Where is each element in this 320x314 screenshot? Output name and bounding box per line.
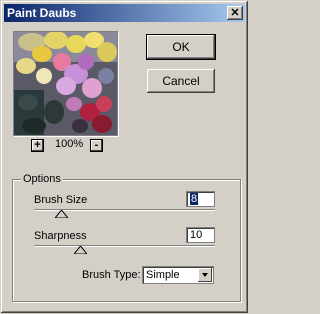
- paint-daubs-dialog: Paint Daubs ✕ OK Cancel + 100% - Options…: [0, 0, 249, 314]
- dialog-title: Paint Daubs: [7, 6, 77, 20]
- ok-button[interactable]: OK: [146, 34, 216, 60]
- sharpness-value: 10: [190, 229, 203, 241]
- zoom-in-button[interactable]: +: [31, 139, 44, 152]
- options-group-label: Options: [21, 173, 63, 185]
- cancel-button[interactable]: Cancel: [147, 69, 215, 93]
- brush-size-value: 8: [190, 193, 199, 205]
- chevron-down-icon[interactable]: [198, 268, 212, 282]
- zoom-out-button[interactable]: -: [90, 139, 103, 152]
- zoom-level: 100%: [55, 138, 84, 150]
- brush-type-value: Simple: [146, 269, 180, 281]
- painted-preview-graphic: [14, 32, 117, 135]
- close-icon[interactable]: ✕: [227, 6, 243, 20]
- sharpness-field[interactable]: 10: [186, 227, 215, 243]
- title-bar[interactable]: Paint Daubs ✕: [4, 4, 245, 22]
- sharpness-slider-track[interactable]: [34, 245, 215, 247]
- brush-type-select[interactable]: Simple: [142, 266, 214, 284]
- brush-type-label: Brush Type:: [82, 269, 141, 281]
- brush-size-label: Brush Size: [34, 194, 88, 206]
- sharpness-slider-thumb[interactable]: [74, 246, 87, 254]
- brush-size-slider-thumb[interactable]: [55, 210, 68, 218]
- sharpness-label: Sharpness: [34, 230, 87, 242]
- preview-image[interactable]: [13, 31, 118, 136]
- brush-size-field[interactable]: 8: [186, 191, 215, 207]
